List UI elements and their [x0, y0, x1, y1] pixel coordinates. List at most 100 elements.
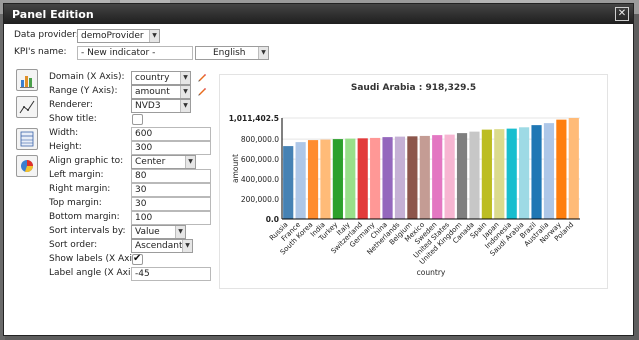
bar: [519, 127, 530, 219]
bar: [370, 137, 381, 219]
kpi-name-input[interactable]: - New indicator -: [77, 46, 193, 60]
domain-label: Domain (X Axis):: [49, 72, 125, 82]
bar: [419, 135, 430, 219]
bar: [432, 135, 443, 219]
bar: [469, 131, 480, 219]
checkmark-icon: ✔: [133, 253, 142, 264]
bar: [494, 129, 505, 219]
domain-value: country: [135, 73, 170, 83]
chart-preview: Saudi Arabia : 918,329.5 0.0 200,000.0 400…: [219, 74, 608, 289]
chevron-down-icon: ▼: [149, 30, 159, 42]
chevron-down-icon: ▼: [258, 47, 268, 59]
bar: [283, 146, 294, 219]
renderer-select[interactable]: NVD3 ▼: [131, 99, 191, 113]
bar: [556, 119, 567, 219]
renderer-value: NVD3: [135, 101, 161, 111]
show-title-label: Show title:: [49, 114, 97, 124]
sort-intervals-value: Value: [135, 227, 160, 237]
bar: [295, 142, 306, 219]
y-axis-title: amount: [231, 154, 240, 183]
range-label: Range (Y Axis):: [49, 86, 118, 96]
label-angle-label: Label angle (X Axis):: [49, 268, 142, 278]
data-provider-label: Data provider:: [14, 30, 79, 40]
show-title-checkbox[interactable]: [132, 114, 143, 125]
bar: [345, 138, 356, 219]
width-input[interactable]: 600: [131, 127, 211, 141]
bar-chart-button[interactable]: [16, 69, 38, 91]
y-tick-label: 200,000.0: [241, 195, 279, 204]
left-margin-input[interactable]: 80: [131, 169, 211, 183]
data-provider-select[interactable]: demoProvider ▼: [77, 29, 160, 43]
pie-chart-icon: [21, 160, 34, 173]
bar: [394, 136, 406, 219]
table-icon: [20, 131, 34, 147]
y-tick-label: 800,000.0: [241, 135, 279, 144]
chevron-down-icon: ▼: [175, 226, 185, 238]
edit-pencil-icon[interactable]: [197, 72, 207, 82]
kpi-name-label: KPI's name:: [14, 47, 67, 57]
chevron-down-icon: ▼: [182, 240, 192, 252]
pie-chart-button[interactable]: [16, 155, 38, 177]
bar: [444, 134, 455, 219]
bottom-margin-input[interactable]: 100: [131, 211, 211, 225]
bar: [382, 137, 393, 219]
dialog-title: Panel Edition: [12, 8, 94, 21]
sort-order-select[interactable]: Ascendant ▼: [131, 239, 193, 253]
sort-order-label: Sort order:: [49, 240, 98, 250]
bar: [481, 129, 492, 219]
chevron-down-icon: ▼: [180, 72, 190, 84]
table-button[interactable]: [16, 128, 38, 150]
domain-select[interactable]: country ▼: [131, 71, 191, 85]
close-button[interactable]: ✕: [615, 7, 629, 21]
align-select[interactable]: Center ▼: [131, 155, 196, 169]
x-axis-title: country: [417, 268, 446, 277]
bar: [456, 133, 468, 219]
bar-chart-icon: [20, 76, 34, 88]
bar: [307, 140, 319, 219]
y-tick-label: 0.0: [266, 215, 279, 224]
bar: [320, 139, 331, 219]
right-margin-label: Right margin:: [49, 184, 111, 194]
height-input[interactable]: 300: [131, 141, 211, 155]
show-labels-checkbox[interactable]: ✔: [132, 254, 143, 265]
align-value: Center: [135, 157, 166, 167]
bar: [407, 136, 418, 219]
language-select[interactable]: English ▼: [195, 46, 269, 60]
line-chart-icon: [19, 100, 35, 114]
y-tick-label: 1,011,402.5: [229, 114, 279, 123]
sort-intervals-select[interactable]: Value ▼: [131, 225, 186, 239]
bar: [506, 128, 517, 219]
height-label: Height:: [49, 142, 82, 152]
chevron-down-icon: ▼: [185, 156, 195, 168]
left-margin-label: Left margin:: [49, 170, 104, 180]
close-icon: ✕: [617, 8, 627, 19]
renderer-label: Renderer:: [49, 100, 93, 110]
show-labels-label: Show labels (X Axis):: [49, 254, 144, 264]
y-tick-label: 400,000.0: [241, 175, 279, 184]
bar: [568, 118, 579, 219]
range-value: amount: [135, 87, 170, 97]
edit-pencil-icon[interactable]: [197, 86, 207, 96]
bar-chart: 0.0 200,000.0 400,000.0 600,000.0 800,000.0 1…: [229, 114, 580, 277]
label-angle-input[interactable]: -45: [131, 267, 211, 281]
top-margin-input[interactable]: 30: [131, 197, 211, 211]
dialog-titlebar: Panel Edition ✕: [4, 4, 633, 24]
top-margin-label: Top margin:: [49, 198, 102, 208]
align-label: Align graphic to:: [49, 156, 124, 166]
width-label: Width:: [49, 128, 79, 138]
bar: [357, 138, 368, 219]
bar: [543, 123, 555, 219]
language-value: English: [213, 48, 246, 58]
bar: [531, 125, 542, 219]
chevron-down-icon: ▼: [180, 100, 190, 112]
panel-edition-dialog: Panel Edition ✕ Data provider: demoProvi…: [3, 3, 634, 336]
bottom-margin-label: Bottom margin:: [49, 212, 120, 222]
data-provider-value: demoProvider: [81, 31, 144, 41]
range-select[interactable]: amount ▼: [131, 85, 191, 99]
y-tick-label: 600,000.0: [241, 155, 279, 164]
chevron-down-icon: ▼: [180, 86, 190, 98]
sort-intervals-label: Sort intervals by:: [49, 226, 126, 236]
right-margin-input[interactable]: 30: [131, 183, 211, 197]
line-chart-button[interactable]: [16, 96, 38, 118]
sort-order-value: Ascendant: [135, 241, 183, 251]
